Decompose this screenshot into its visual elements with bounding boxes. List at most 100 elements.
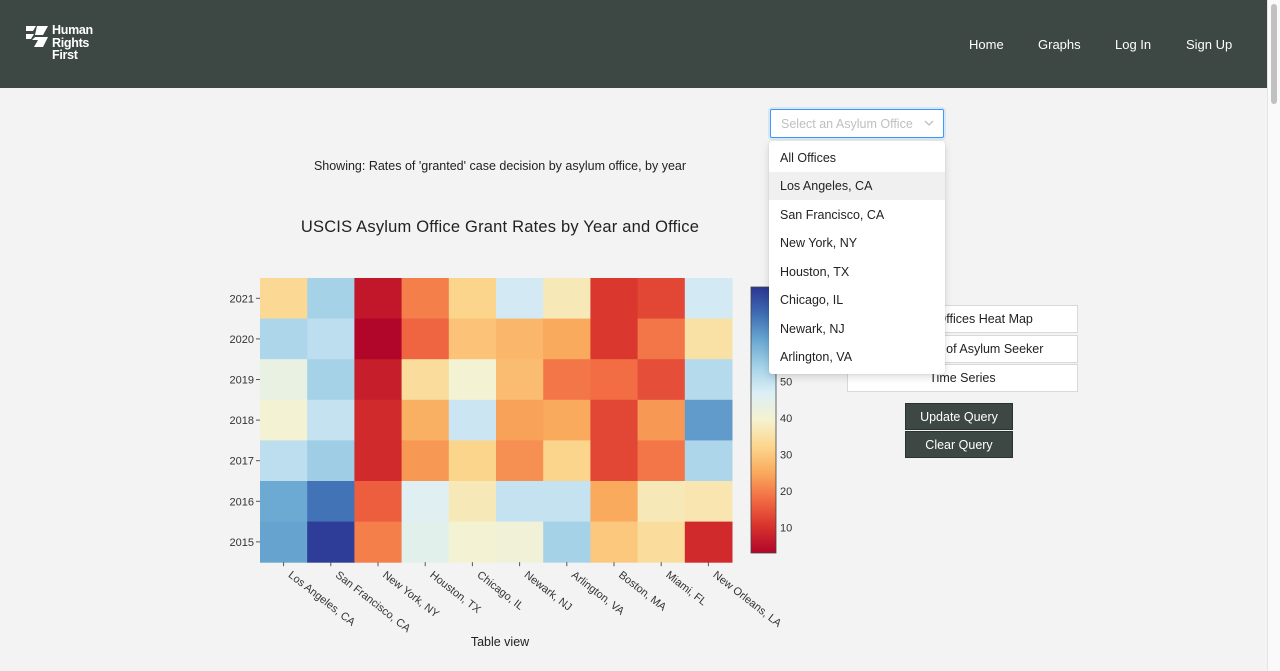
colorbar-tick-label: 10: [780, 522, 792, 534]
heatmap-cell: [496, 278, 544, 320]
heatmap-cell: [590, 481, 639, 523]
heatmap-cell: [590, 440, 639, 482]
heatmap-cell: [448, 481, 497, 523]
heatmap-cell: [637, 440, 686, 482]
nav-log-in[interactable]: Log In: [1115, 37, 1151, 52]
heatmap-cell: [543, 440, 591, 482]
y-tick-label: 2018: [230, 415, 254, 427]
y-tick-label: 2016: [230, 496, 254, 508]
heatmap-cell: [401, 440, 450, 482]
heatmap-cell: [260, 318, 308, 360]
heatmap-cell: [448, 440, 497, 482]
nav-sign-up[interactable]: Sign Up: [1186, 37, 1232, 52]
asylum-office-dropdown: All Offices Los Angeles, CA San Francisc…: [769, 141, 945, 374]
table-view-label: Table view: [470, 635, 530, 649]
heatmap-cell: [590, 399, 639, 441]
asylum-office-select[interactable]: Select an Asylum Office: [770, 109, 944, 138]
heatmap-cell: [260, 399, 308, 441]
option-los-angeles[interactable]: Los Angeles, CA: [769, 172, 945, 200]
page-scrollbar[interactable]: [1267, 0, 1280, 671]
option-newark[interactable]: Newark, NJ: [769, 315, 945, 343]
heatmap-cell: [684, 278, 733, 320]
heatmap-cell: [543, 278, 591, 320]
top-navbar: Human Rights First Home Graphs Log In Si…: [0, 0, 1280, 88]
heatmap-cell: [401, 481, 450, 523]
x-tick-label: Newark, NJ: [522, 569, 574, 613]
select-placeholder: Select an Asylum Office: [781, 117, 913, 131]
heatmap-cell: [543, 521, 591, 563]
heatmap-cell: [354, 481, 403, 523]
heatmap-cell: [684, 399, 733, 441]
y-tick-label: 2015: [230, 537, 254, 549]
heatmap-cell: [496, 318, 544, 360]
heatmap-cell: [543, 481, 591, 523]
heatmap-cell: [448, 359, 497, 401]
option-san-francisco[interactable]: San Francisco, CA: [769, 201, 945, 229]
heatmap-cell: [307, 481, 355, 523]
y-tick-label: 2021: [230, 293, 254, 305]
y-tick-label: 2017: [230, 456, 254, 468]
colorbar-tick-label: 40: [780, 413, 792, 425]
heatmap-cell: [590, 359, 639, 401]
heatmap-cell: [307, 278, 355, 320]
heatmap-cell: [496, 481, 544, 523]
chevron-down-icon: [924, 120, 934, 126]
clear-query-button[interactable]: Clear Query: [905, 431, 1013, 458]
nav-graphs[interactable]: Graphs: [1038, 37, 1081, 52]
heatmap-cell: [307, 440, 355, 482]
heatmap-cell: [590, 278, 639, 320]
heatmap-cell: [260, 359, 308, 401]
heatmap-cell: [543, 318, 591, 360]
heatmap-cell: [637, 318, 686, 360]
heatmap-cell: [637, 359, 686, 401]
scrollbar-thumb[interactable]: [1271, 4, 1277, 104]
option-chicago[interactable]: Chicago, IL: [769, 286, 945, 314]
heatmap-cell: [354, 399, 403, 441]
colorbar-tick-label: 30: [780, 450, 792, 462]
heatmap-cell: [354, 278, 403, 320]
heatmap-cell: [401, 278, 450, 320]
x-tick-label: New Orleans, LA: [711, 569, 784, 630]
nav-home[interactable]: Home: [969, 37, 1004, 52]
heatmap-cell: [496, 521, 544, 563]
heatmap-cell: [448, 318, 497, 360]
option-new-york[interactable]: New York, NY: [769, 229, 945, 257]
heatmap-cell: [401, 521, 450, 563]
heatmap-cell: [448, 278, 497, 320]
option-arlington[interactable]: Arlington, VA: [769, 343, 945, 371]
heatmap-cell: [637, 399, 686, 441]
heatmap-cell: [684, 481, 733, 523]
heatmap-cell: [684, 521, 733, 563]
heatmap-cell: [354, 521, 403, 563]
heatmap-cell: [354, 318, 403, 360]
y-tick-label: 2020: [230, 334, 254, 346]
colorbar-tick-label: 20: [780, 486, 792, 498]
heatmap-cell: [307, 399, 355, 441]
heatmap-cell: [684, 440, 733, 482]
heatmap-cell: [637, 521, 686, 563]
heatmap-cell: [260, 440, 308, 482]
logo-mark-icon: [26, 26, 48, 47]
heatmap-cell: [543, 399, 591, 441]
heatmap-cell: [590, 521, 639, 563]
heatmap-cell: [260, 521, 308, 563]
heatmap-cell: [496, 440, 544, 482]
human-rights-first-logo[interactable]: Human Rights First: [26, 24, 106, 66]
option-houston[interactable]: Houston, TX: [769, 258, 945, 286]
heatmap-cell: [260, 481, 308, 523]
heatmap-cell: [637, 278, 686, 320]
heatmap-cell: [496, 399, 544, 441]
heatmap-cell: [590, 318, 639, 360]
update-query-button[interactable]: Update Query: [905, 403, 1013, 430]
heatmap-cell: [260, 278, 308, 320]
option-all-offices[interactable]: All Offices: [769, 144, 945, 172]
heatmap-cell: [307, 318, 355, 360]
logo-line-1: Human: [52, 23, 93, 37]
logo-line-3: First: [52, 48, 78, 62]
heatmap-cell: [637, 481, 686, 523]
heatmap-cell: [401, 359, 450, 401]
logo-text: Human Rights First: [52, 24, 93, 62]
heatmap-cell: [684, 359, 733, 401]
heatmap-cell: [354, 440, 403, 482]
heatmap-cell: [354, 359, 403, 401]
